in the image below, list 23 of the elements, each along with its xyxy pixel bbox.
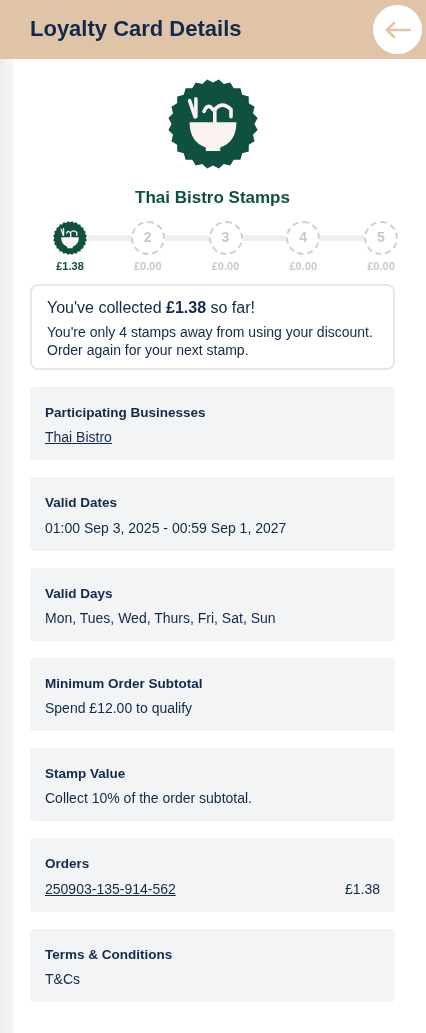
section-value: Mon, Tues, Wed, Thurs, Fri, Sat, Sun xyxy=(45,608,276,628)
section-title: Orders xyxy=(45,855,91,874)
section-title: Valid Dates xyxy=(45,494,119,513)
section-value: Collect 10% of the order subtotal. xyxy=(45,789,252,809)
collected-text: You've collected £1.38 so far! xyxy=(47,298,256,318)
bowl-badge-icon xyxy=(167,79,258,169)
section-value: Spend £12.00 to qualify xyxy=(45,699,193,718)
back-button[interactable] xyxy=(373,5,422,54)
order-amount: £1.38 xyxy=(344,879,380,899)
section-value: T&Cs xyxy=(45,969,80,989)
section-title: Valid Days xyxy=(45,584,114,603)
value-link[interactable]: 250903-135-914-562 xyxy=(45,878,176,900)
value-link[interactable]: Thai Bistro xyxy=(45,427,112,449)
card-name: Thai Bistro Stamps xyxy=(134,187,291,209)
page-title: Loyalty Card Details xyxy=(30,16,242,43)
back-arrow-icon xyxy=(384,21,411,38)
section-title: Participating Businesses xyxy=(45,404,207,422)
section-title: Terms & Conditions xyxy=(45,945,174,964)
message-text: You're only 4 stamps away from using your discount. Order again for your next stamp. xyxy=(47,323,374,359)
section-value: 01:00 Sep 3, 2025 - 00:59 Sep 1, 2027 xyxy=(45,518,287,538)
section-title: Minimum Order Subtotal xyxy=(45,674,204,693)
stamp-amount: £1.38 xyxy=(56,258,84,274)
section-title: Stamp Value xyxy=(45,765,127,783)
